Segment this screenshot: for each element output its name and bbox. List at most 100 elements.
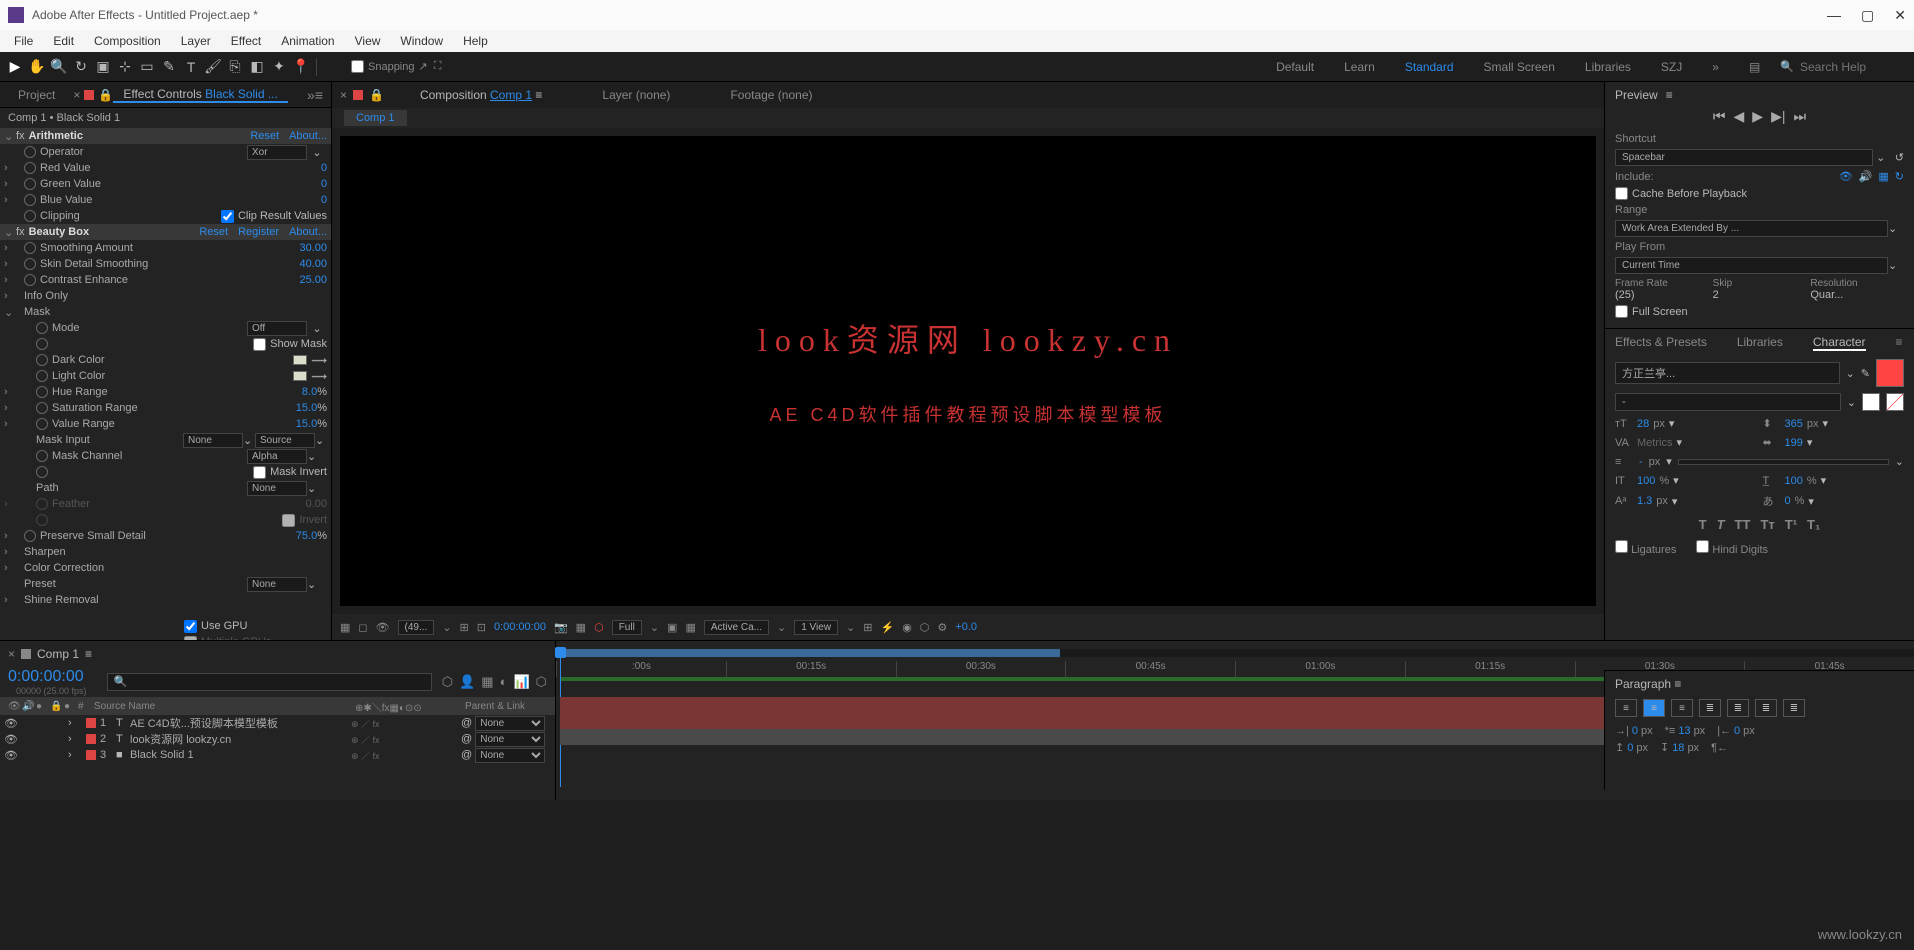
workspace-panel-icon[interactable]: ▤ bbox=[1749, 60, 1760, 74]
graph-icon[interactable]: 📊 bbox=[513, 674, 529, 690]
stroke-style-dropdown[interactable] bbox=[1678, 459, 1889, 465]
play-icon[interactable]: ▶ bbox=[1752, 108, 1763, 125]
dof-icon[interactable]: ◉ bbox=[902, 621, 912, 634]
panel-menu-icon[interactable]: »≡ bbox=[307, 87, 323, 103]
text-tool-icon[interactable]: T bbox=[180, 56, 202, 78]
last-frame-icon[interactable]: ⏭ bbox=[1793, 108, 1806, 125]
eyedropper-icon[interactable]: ⟿ bbox=[311, 370, 327, 383]
rotate-tool-icon[interactable]: ↻ bbox=[70, 56, 92, 78]
stopwatch-icon[interactable] bbox=[24, 258, 36, 270]
zoom-tool-icon[interactable]: 🔍 bbox=[48, 56, 70, 78]
overlay-icon[interactable]: ▦ bbox=[1878, 170, 1888, 183]
stopwatch-icon[interactable] bbox=[36, 370, 48, 382]
range-dropdown[interactable]: Work Area Extended By ... bbox=[1615, 220, 1888, 237]
tab-character[interactable]: Character bbox=[1813, 335, 1866, 351]
search-help-input[interactable] bbox=[1800, 60, 1900, 74]
brush-tool-icon[interactable]: 🖌 bbox=[202, 56, 224, 78]
timeline-layer[interactable]: 👁›1TAE C4D软...预设脚本模型模板⊕ ／ fx@ None bbox=[0, 715, 555, 731]
stopwatch-icon[interactable] bbox=[36, 322, 48, 334]
first-frame-icon[interactable]: ⏮ bbox=[1713, 108, 1726, 125]
align-center-button[interactable]: ≡ bbox=[1643, 699, 1665, 717]
stopwatch-icon[interactable] bbox=[36, 450, 48, 462]
menu-file[interactable]: File bbox=[4, 34, 43, 48]
stopwatch-icon[interactable] bbox=[24, 178, 36, 190]
tab-footage[interactable]: Footage (none) bbox=[700, 88, 842, 102]
menu-effect[interactable]: Effect bbox=[221, 34, 271, 48]
composition-viewer[interactable]: look资源网 lookzy.cn AE C4D软件插件教程预设脚本模型模板 bbox=[340, 136, 1596, 606]
stopwatch-icon[interactable] bbox=[24, 242, 36, 254]
stopwatch-icon[interactable] bbox=[36, 338, 48, 350]
lock-icon[interactable]: 🔒 bbox=[98, 88, 113, 102]
darkcolor-swatch[interactable] bbox=[293, 355, 307, 365]
parent-dropdown[interactable]: None bbox=[475, 732, 545, 747]
minimize-icon[interactable]: — bbox=[1827, 7, 1841, 24]
layer-name[interactable]: Black Solid 1 bbox=[130, 749, 351, 761]
hand-tool-icon[interactable]: ✋ bbox=[26, 56, 48, 78]
label-color[interactable] bbox=[86, 750, 96, 760]
green-value[interactable]: 0 bbox=[321, 178, 327, 190]
fullscreen-checkbox[interactable] bbox=[1615, 305, 1628, 318]
brainstorm-icon[interactable]: ⬡ bbox=[536, 674, 547, 690]
maskchannel-dropdown[interactable]: Alpha bbox=[247, 449, 307, 464]
italic-button[interactable]: T bbox=[1717, 517, 1725, 532]
stopwatch-icon[interactable] bbox=[24, 274, 36, 286]
motionblur-icon[interactable]: ◐ bbox=[500, 674, 508, 690]
workspace-standard[interactable]: Standard bbox=[1405, 60, 1454, 74]
roto-tool-icon[interactable]: ✦ bbox=[268, 56, 290, 78]
camera-dropdown[interactable]: Active Ca... bbox=[704, 620, 769, 635]
menu-layer[interactable]: Layer bbox=[171, 34, 221, 48]
mask-icon[interactable]: ◻ bbox=[358, 621, 367, 634]
transparency-icon[interactable]: ▦ bbox=[685, 621, 695, 634]
lightcolor-swatch[interactable] bbox=[293, 371, 307, 381]
fps-dropdown[interactable]: (25) bbox=[1615, 289, 1709, 301]
justify-all-button[interactable]: ≣ bbox=[1783, 699, 1805, 717]
camera-tool-icon[interactable]: ▣ bbox=[92, 56, 114, 78]
smallcaps-button[interactable]: Tᴛ bbox=[1760, 517, 1774, 532]
roi-icon[interactable]: ▣ bbox=[667, 621, 677, 634]
pickwhip-icon[interactable]: @ bbox=[461, 749, 472, 761]
puppet-tool-icon[interactable]: 📍 bbox=[290, 56, 312, 78]
stopwatch-icon[interactable] bbox=[24, 194, 36, 206]
blue-value[interactable]: 0 bbox=[321, 194, 327, 206]
visibility-icon[interactable]: 👁 bbox=[4, 733, 18, 746]
layer-name[interactable]: AE C4D软...预设脚本模型模板 bbox=[130, 715, 351, 731]
red-value[interactable]: 0 bbox=[321, 162, 327, 174]
reset-icon[interactable]: ↺ bbox=[1895, 151, 1904, 164]
font-size[interactable]: 28 bbox=[1637, 418, 1649, 430]
stopwatch-icon[interactable] bbox=[24, 162, 36, 174]
grid-icon[interactable]: ⊞ bbox=[460, 621, 469, 634]
snapping-checkbox[interactable] bbox=[351, 60, 364, 73]
timeline-layer[interactable]: 👁›3■Black Solid 1⊕ ／ fx@ None bbox=[0, 747, 555, 763]
video-icon[interactable]: 👁 bbox=[1839, 170, 1853, 183]
align-right-button[interactable]: ≡ bbox=[1671, 699, 1693, 717]
leading[interactable]: 365 bbox=[1785, 418, 1803, 430]
view-dropdown[interactable]: 1 View bbox=[794, 620, 838, 635]
skip-dropdown[interactable]: 2 bbox=[1713, 289, 1807, 301]
usegpu-checkbox[interactable] bbox=[184, 620, 197, 633]
fast-icon[interactable]: ⚡ bbox=[880, 621, 894, 634]
stopwatch-icon[interactable] bbox=[24, 210, 36, 222]
panel-menu-icon[interactable]: ≡ bbox=[1896, 335, 1903, 351]
timeline-layer[interactable]: 👁›2Tlook资源网 lookzy.cn⊕ ／ fx@ None bbox=[0, 731, 555, 747]
label-color[interactable] bbox=[86, 718, 96, 728]
comp-settings-icon[interactable]: ⬡ bbox=[442, 674, 453, 690]
path-dropdown[interactable]: None bbox=[247, 481, 307, 496]
stopwatch-icon[interactable] bbox=[24, 146, 36, 158]
justify-right-button[interactable]: ≣ bbox=[1755, 699, 1777, 717]
anchor-tool-icon[interactable]: ⊹ bbox=[114, 56, 136, 78]
about-link[interactable]: About... bbox=[289, 130, 327, 142]
tab-layer[interactable]: Layer (none) bbox=[572, 88, 700, 102]
alpha-icon[interactable]: ▦ bbox=[340, 621, 350, 634]
pickwhip-icon[interactable]: @ bbox=[461, 717, 472, 729]
stopwatch-icon[interactable] bbox=[36, 418, 48, 430]
allcaps-button[interactable]: TT bbox=[1735, 517, 1751, 532]
font-style-dropdown[interactable]: - bbox=[1615, 393, 1841, 411]
cache-checkbox[interactable] bbox=[1615, 187, 1628, 200]
stopwatch-icon[interactable] bbox=[36, 354, 48, 366]
timeline-comp-name[interactable]: Comp 1 bbox=[37, 647, 79, 661]
comp-subtab[interactable]: Comp 1 bbox=[344, 110, 407, 126]
justify-center-button[interactable]: ≣ bbox=[1727, 699, 1749, 717]
panel-menu-icon[interactable]: ≡ bbox=[1674, 677, 1681, 691]
mode-dropdown[interactable]: Off bbox=[247, 321, 307, 336]
selection-tool-icon[interactable]: ▶ bbox=[4, 56, 26, 78]
